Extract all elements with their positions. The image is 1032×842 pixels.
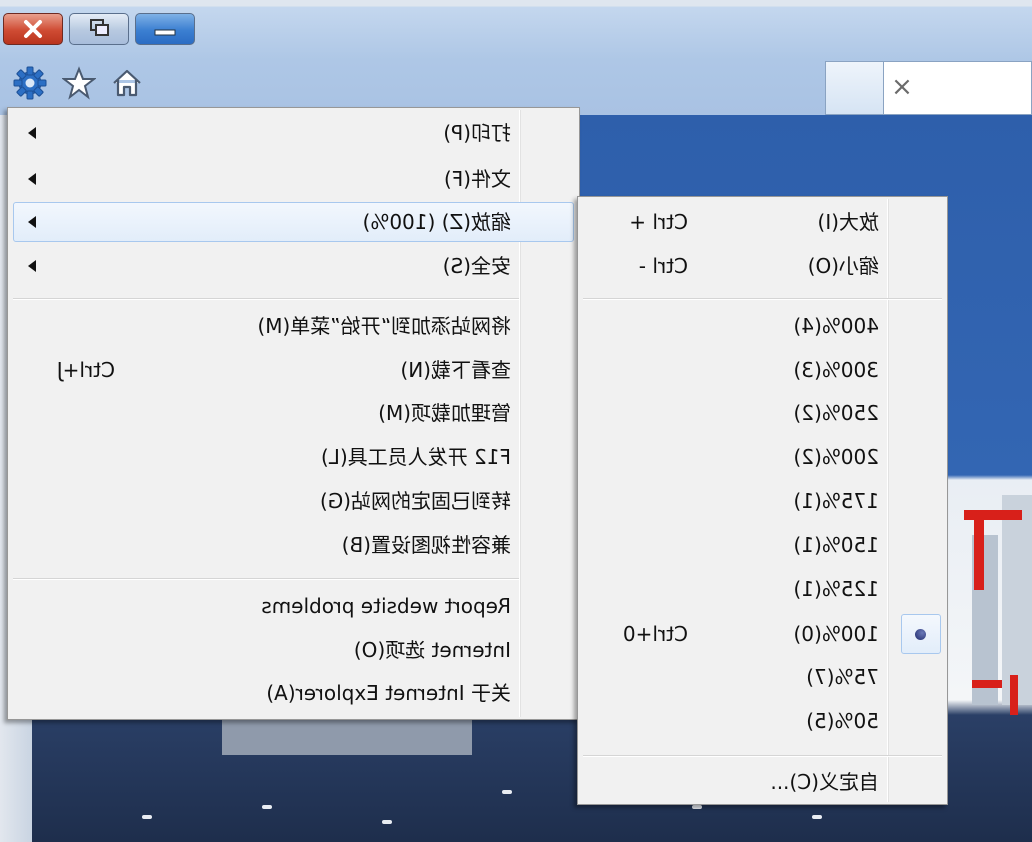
home-icon[interactable] [110,66,144,100]
zoom-out-item[interactable]: 缩小(O) Ctrl - [583,246,942,286]
menu-item-report-problems[interactable]: Report website problems [13,586,574,626]
radio-bullet-icon [915,629,926,640]
menu-item-view-downloads[interactable]: 查看下载(N) Ctrl+J [13,350,574,390]
star-icon[interactable] [62,66,96,100]
menu-item-label: 查看下载(N) [400,358,511,382]
zoom-50-item[interactable]: 50%(5) [583,701,942,741]
menu-separator [583,298,942,300]
restore-icon [90,19,109,36]
menu-item-label: 文件(F) [443,167,511,191]
menu-item-shortcut: Ctrl + [629,210,688,234]
submenu-arrow-icon [28,260,36,272]
zoom-200-item[interactable]: 200%(2) [583,437,942,477]
menu-separator [583,755,942,757]
menu-item-label: 转到已固定的网站(G) [319,489,511,513]
menu-item-label: Report website problems [261,594,511,618]
page-red-heading-fragment [974,510,984,590]
menu-item-label: 兼容性视图设置(B) [341,533,511,557]
selected-radio-indicator [901,614,941,654]
menu-item-print[interactable]: 打印(P) [13,113,574,153]
menu-item-about-ie[interactable]: 关于 Internet Explorer(A) [13,673,574,713]
menu-item-shortcut: Ctrl+J [56,358,115,382]
menu-item-manage-addons[interactable]: 管理加载项(M) [13,393,574,433]
zoom-75-item[interactable]: 75%(7) [583,657,942,697]
zoom-100-item[interactable]: 100%(0) Ctrl+0 [583,614,897,654]
harbor-boat [262,805,272,809]
close-icon [24,20,42,38]
menu-item-compat-view[interactable]: 兼容性视图设置(B) [13,525,574,565]
menu-item-f12-tools[interactable]: F12 开发人员工具(L) [13,437,574,477]
menu-item-pinned-sites[interactable]: 转到已固定的网站(G) [13,481,574,521]
menu-item-label: 放大(I) [817,210,879,234]
gear-icon[interactable] [13,66,47,100]
submenu-arrow-icon [28,216,36,228]
minimize-icon [154,29,176,36]
zoom-300-item[interactable]: 300%(3) [583,350,942,390]
close-button[interactable] [3,13,63,45]
page-red-subtitle-fragment [1010,675,1018,715]
zoom-125-item[interactable]: 125%(1) [583,569,942,609]
menu-item-label: 100%(0) [793,622,879,646]
menu-item-internet-options[interactable]: Internet 选项(O) [13,630,574,670]
menu-item-label: 缩放(Z) (100%) [362,210,511,234]
submenu-arrow-icon [28,127,36,139]
zoom-custom-item[interactable]: 自定义(C)... [583,762,942,802]
harbor-boat [142,815,152,819]
browser-window: × 打印(P) 文件(F) 缩放(Z) (100%) 安全(S) 将网站添加到“… [0,0,1032,842]
zoom-submenu: 放大(I) Ctrl + 缩小(O) Ctrl - 400%(4) 300%(3… [577,196,948,805]
menu-item-label: F12 开发人员工具(L) [320,445,511,469]
harbor-boat [812,815,822,819]
page-red-subtitle-fragment [972,680,1002,688]
menu-item-label: 150%(1) [793,533,879,557]
menu-item-label: 200%(2) [793,445,879,469]
zoom-400-item[interactable]: 400%(4) [583,306,942,346]
menu-item-label: 50%(5) [806,709,879,733]
menu-item-label: 自定义(C)... [770,770,879,794]
menu-item-label: 管理加载项(M) [378,401,511,425]
harbor-boat [382,820,392,824]
menu-separator [13,298,519,300]
city-building [1002,495,1032,705]
tools-menu: 打印(P) 文件(F) 缩放(Z) (100%) 安全(S) 将网站添加到“开始… [7,107,580,720]
menu-item-shortcut: Ctrl - [638,254,688,278]
restore-button[interactable] [69,13,129,45]
minimize-button[interactable] [135,13,195,45]
harbor-boat [692,805,702,809]
menu-item-label: 175%(1) [793,489,879,513]
menu-item-label: 缩小(O) [807,254,879,278]
menu-item-label: Internet 选项(O) [353,638,511,662]
submenu-arrow-icon [28,173,36,185]
menu-item-add-to-start[interactable]: 将网站添加到“开始”菜单(M) [13,306,574,346]
menu-item-shortcut: Ctrl+0 [622,622,688,646]
new-tab-button[interactable] [825,61,883,115]
menu-item-label: 安全(S) [442,254,511,278]
harbor-building [222,715,472,755]
zoom-250-item[interactable]: 250%(2) [583,393,942,433]
menu-item-label: 75%(7) [806,665,879,689]
menu-item-label: 400%(4) [793,314,879,338]
zoom-in-item[interactable]: 放大(I) Ctrl + [583,202,942,242]
menu-item-label: 打印(P) [443,121,511,145]
harbor-boat [502,790,512,794]
menu-item-label: 125%(1) [793,577,879,601]
menu-separator [13,578,519,580]
zoom-175-item[interactable]: 175%(1) [583,481,942,521]
menu-item-label: 250%(2) [793,401,879,425]
page-red-heading-fragment [964,510,1022,520]
menu-item-label: 关于 Internet Explorer(A) [266,681,511,705]
tab-close-icon[interactable]: × [890,72,914,102]
menu-item-zoom[interactable]: 缩放(Z) (100%) [13,202,574,242]
menu-item-safety[interactable]: 安全(S) [13,246,574,286]
menu-item-label: 300%(3) [793,358,879,382]
zoom-150-item[interactable]: 150%(1) [583,525,942,565]
menu-item-label: 将网站添加到“开始”菜单(M) [257,314,511,338]
menu-item-file[interactable]: 文件(F) [13,159,574,199]
